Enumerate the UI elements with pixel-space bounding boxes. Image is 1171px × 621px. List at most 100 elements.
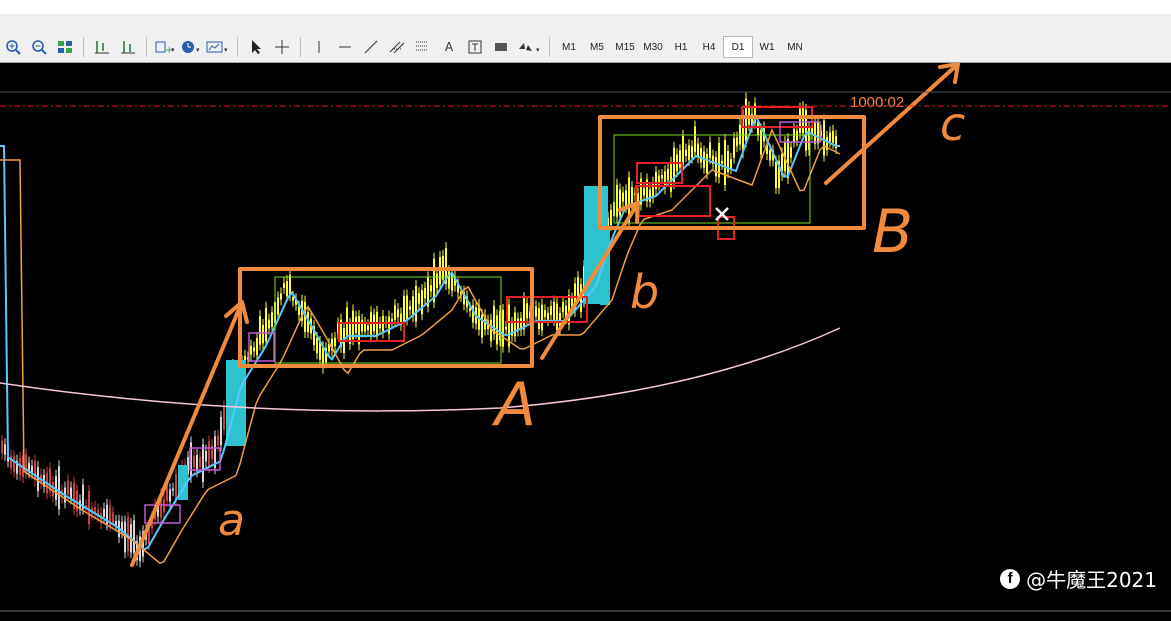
price-chart[interactable]: a Ab Bc 1000:02 xyxy=(0,63,1171,621)
candle-body xyxy=(217,435,219,446)
candle-body xyxy=(388,316,390,334)
timeframe-m15[interactable]: M15 xyxy=(611,37,639,57)
auto-scroll-icon[interactable] xyxy=(117,36,139,58)
text-label-icon[interactable] xyxy=(464,36,486,58)
toolbar-row: + ▾ ▾ ▾ A ▾ M1 M5 M15 M30 H1 H4 D1 W1 MN xyxy=(0,34,1171,60)
candle-body xyxy=(286,281,288,297)
candle-body xyxy=(433,258,435,303)
candle-body xyxy=(355,316,357,333)
candle-body xyxy=(10,455,12,469)
periodicity-icon[interactable]: ▾ xyxy=(180,36,202,58)
toolbar-separator xyxy=(146,37,147,57)
timeframe-m1[interactable]: M1 xyxy=(555,37,583,57)
candle-body xyxy=(709,142,711,159)
timeframe-h1[interactable]: H1 xyxy=(667,37,695,57)
candle-body xyxy=(298,306,300,315)
candle-body xyxy=(406,295,408,320)
trendline-icon[interactable] xyxy=(360,36,382,58)
candle-body xyxy=(223,405,225,430)
candle-body xyxy=(133,520,135,553)
candle-body xyxy=(415,285,417,322)
zoom-out-icon[interactable] xyxy=(28,36,50,58)
cursor-icon[interactable] xyxy=(245,36,267,58)
candle-body xyxy=(541,304,543,331)
candlestick-series xyxy=(1,92,837,568)
ma-medium-line xyxy=(0,128,841,565)
timeframe-group: M1 M5 M15 M30 H1 H4 D1 W1 MN xyxy=(555,36,809,58)
candle-body xyxy=(679,150,681,168)
candle-body xyxy=(4,444,6,455)
candle-body xyxy=(271,312,273,327)
candle-body xyxy=(622,192,624,202)
templates-icon[interactable]: ▾ xyxy=(206,36,230,58)
candle-body xyxy=(424,287,426,299)
candle-body xyxy=(13,455,15,472)
candle-body xyxy=(211,445,213,459)
candle-body xyxy=(730,159,732,169)
candle-body xyxy=(262,324,264,344)
candle-body xyxy=(193,455,195,468)
candle-body xyxy=(697,143,699,158)
timeframe-m30[interactable]: M30 xyxy=(639,37,667,57)
rectangle-icon[interactable] xyxy=(490,36,512,58)
timeframe-mn[interactable]: MN xyxy=(781,37,809,57)
text-icon[interactable]: A xyxy=(438,36,460,58)
candle-body xyxy=(397,309,399,318)
candle-body xyxy=(394,305,396,320)
fibonacci-icon[interactable] xyxy=(412,36,434,58)
chart-shift-icon[interactable] xyxy=(91,36,113,58)
candle-body xyxy=(493,306,495,335)
timeframe-m5[interactable]: M5 xyxy=(583,37,611,57)
toolbar-separator xyxy=(237,37,238,57)
candle-body xyxy=(526,303,528,319)
candle-body xyxy=(616,184,618,217)
candle-body xyxy=(625,190,627,207)
candle-body xyxy=(649,189,651,202)
candle-body xyxy=(220,417,222,446)
crosshair-icon[interactable] xyxy=(271,36,293,58)
indicators-icon[interactable]: + ▾ xyxy=(154,36,176,58)
candle-body xyxy=(421,290,423,315)
candle-body xyxy=(436,273,438,289)
candle-body xyxy=(88,491,90,524)
candle-body xyxy=(319,342,321,360)
channel-icon[interactable] xyxy=(386,36,408,58)
candle-body xyxy=(265,307,267,342)
candle-body xyxy=(502,309,504,347)
ma-slow-line xyxy=(0,327,841,412)
candle-body xyxy=(553,301,555,321)
candle-body xyxy=(544,310,546,318)
candle-body xyxy=(733,138,735,158)
candle-body xyxy=(361,319,363,332)
timeframe-h4[interactable]: H4 xyxy=(695,37,723,57)
candle-body xyxy=(430,285,432,292)
price-level-label: 1000:02 xyxy=(850,94,904,111)
window-top-strip xyxy=(0,0,1171,14)
horizontal-line-icon[interactable] xyxy=(334,36,356,58)
annotation-label-1: a xyxy=(218,495,245,546)
candle-body xyxy=(31,465,33,473)
candle-body xyxy=(706,153,708,174)
candle-body xyxy=(652,182,654,198)
candle-body xyxy=(610,209,612,225)
cross-marker xyxy=(715,207,729,221)
candle-body xyxy=(334,337,336,347)
candle-body xyxy=(823,120,825,156)
timeframe-w1[interactable]: W1 xyxy=(753,37,781,57)
toolbar-separator xyxy=(549,37,550,57)
candle-body xyxy=(736,137,738,147)
candle-body xyxy=(481,314,483,338)
candle-body xyxy=(505,326,507,330)
candle-body xyxy=(688,145,690,161)
candle-body xyxy=(367,325,369,331)
zoom-in-icon[interactable] xyxy=(2,36,24,58)
candle-body xyxy=(370,312,372,337)
candle-body xyxy=(280,293,282,300)
candle-body xyxy=(802,107,804,134)
candle-body xyxy=(817,121,819,144)
tile-windows-icon[interactable] xyxy=(54,36,76,58)
timeframe-d1[interactable]: D1 xyxy=(723,36,753,58)
vertical-line-icon[interactable] xyxy=(308,36,330,58)
arrows-icon[interactable]: ▾ xyxy=(516,36,542,58)
candle-body xyxy=(268,319,270,329)
